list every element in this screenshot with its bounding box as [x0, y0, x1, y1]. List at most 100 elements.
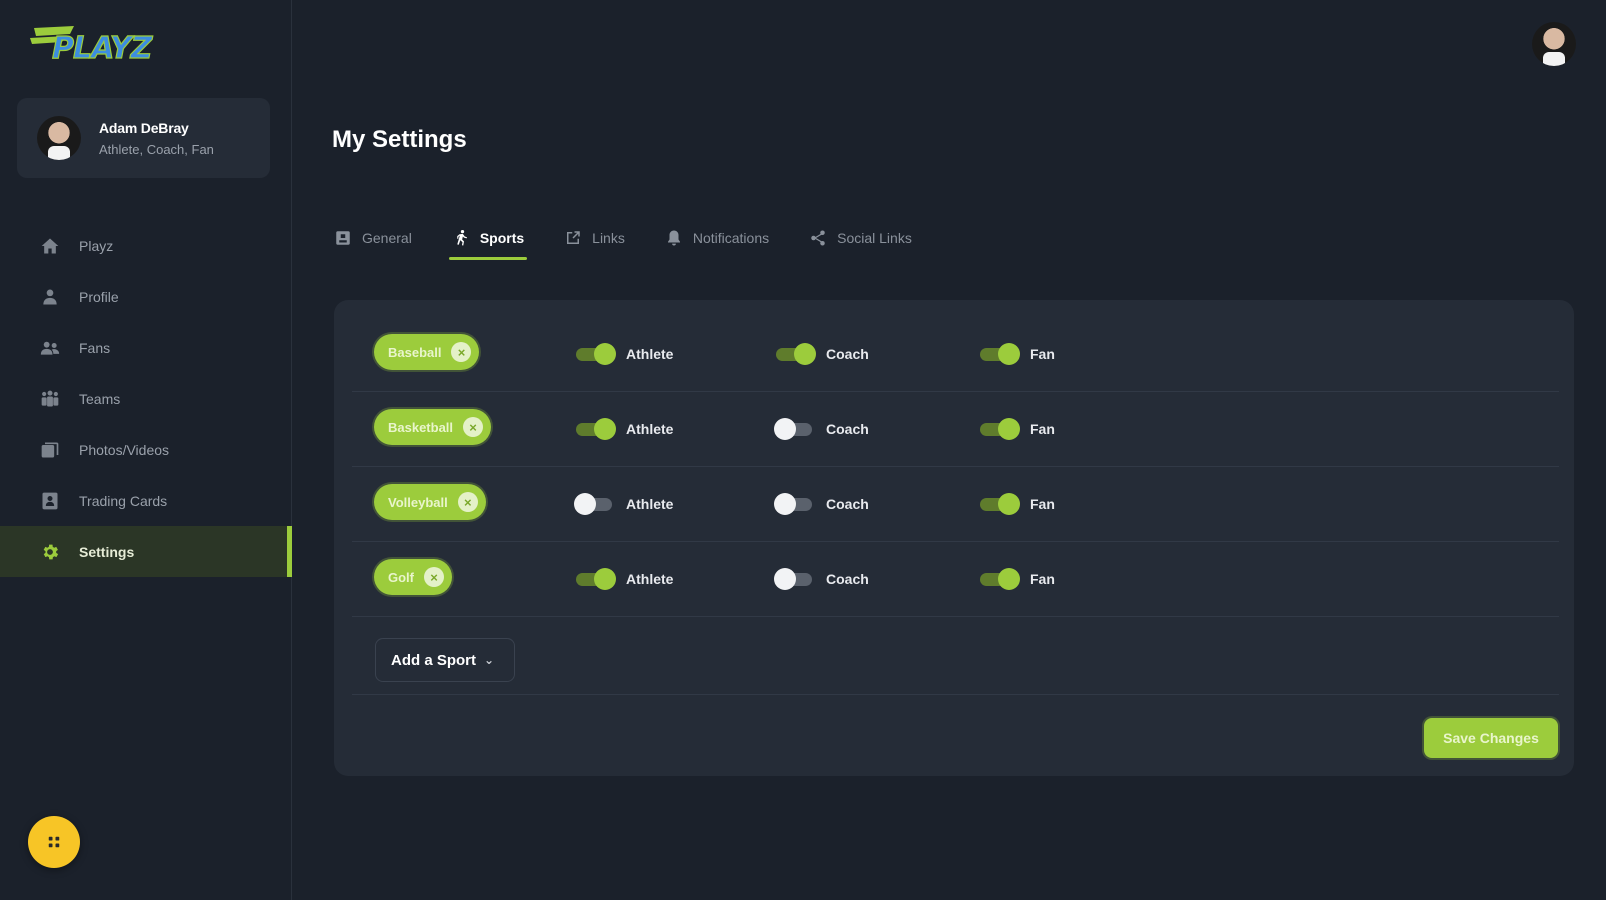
user-name: Adam DeBray	[99, 119, 189, 136]
toggle-switch[interactable]	[774, 493, 814, 515]
sports-settings-panel: Baseball × Athlete Coach Fan Basketball …	[334, 300, 1574, 776]
add-sport-dropdown[interactable]: Add a Sport ⌄	[375, 638, 515, 682]
user-avatar	[1532, 22, 1576, 66]
user-roles: Athlete, Coach, Fan	[99, 141, 214, 157]
tab-label: General	[362, 230, 412, 246]
runner-icon	[457, 229, 467, 246]
coach-toggle[interactable]: Coach	[774, 493, 869, 515]
remove-sport-icon[interactable]: ×	[451, 342, 472, 362]
toggle-switch[interactable]	[978, 418, 1020, 440]
remove-sport-icon[interactable]: ×	[463, 417, 484, 437]
fan-toggle[interactable]: Fan	[978, 343, 1055, 365]
toggle-label: Coach	[826, 421, 869, 437]
playz-logo[interactable]: PLAYZ	[30, 20, 180, 68]
toggle-label: Coach	[826, 571, 869, 587]
remove-sport-icon[interactable]: ×	[457, 492, 478, 512]
save-changes-button[interactable]: Save Changes	[1424, 718, 1558, 758]
sidebar-item-label: Trading Cards	[79, 492, 168, 509]
tab-label: Sports	[479, 230, 525, 246]
sidebar-item-label: Photos/Videos	[79, 441, 170, 458]
quick-action-button[interactable]	[28, 816, 80, 868]
svg-text:PLAYZ: PLAYZ	[52, 31, 154, 66]
coach-toggle[interactable]: Coach	[774, 568, 869, 590]
athlete-toggle[interactable]: Athlete	[574, 568, 673, 590]
toggle-label: Athlete	[626, 421, 674, 437]
sport-row-golf: Golf × Athlete Coach Fan	[352, 542, 1559, 617]
toggle-switch[interactable]	[774, 418, 814, 440]
sport-row-baseball: Baseball × Athlete Coach Fan	[352, 317, 1559, 392]
toggle-switch[interactable]	[574, 418, 616, 440]
fan-toggle[interactable]: Fan	[978, 418, 1055, 440]
toggle-switch[interactable]	[774, 568, 814, 590]
sidebar: PLAYZ Adam DeBray Athlete, Coach, Fan Pl…	[0, 0, 292, 900]
sidebar-item-playz[interactable]: Playz	[0, 220, 292, 271]
toggle-switch[interactable]	[978, 343, 1020, 365]
athlete-toggle[interactable]: Athlete	[574, 418, 673, 440]
athlete-toggle[interactable]: Athlete	[574, 343, 673, 365]
tab-links[interactable]: Links	[564, 220, 625, 256]
account-avatar[interactable]	[1532, 22, 1576, 66]
sidebar-item-label: Playz	[79, 237, 114, 254]
user-avatar	[37, 116, 81, 160]
tab-label: Links	[592, 230, 625, 246]
sidebar-nav: Playz Profile Fans Teams Photos/Videos T…	[0, 220, 292, 577]
sport-chip-label: Basketball	[388, 419, 454, 435]
settings-tabs: General Sports Links Notifications Socia…	[334, 220, 952, 260]
toggle-label: Fan	[1030, 496, 1055, 512]
toggle-label: Athlete	[626, 571, 674, 587]
fan-toggle[interactable]: Fan	[978, 568, 1055, 590]
general-icon	[336, 231, 350, 245]
coach-toggle[interactable]: Coach	[774, 343, 869, 365]
tab-general[interactable]: General	[334, 220, 412, 256]
remove-sport-icon[interactable]: ×	[424, 567, 444, 587]
sidebar-item-trading-cards[interactable]: Trading Cards	[0, 475, 292, 526]
sidebar-item-label: Profile	[79, 288, 119, 305]
tab-sports[interactable]: Sports	[448, 220, 528, 260]
photos-icon	[39, 439, 61, 461]
sidebar-item-label: Teams	[79, 390, 121, 407]
toggle-switch[interactable]	[574, 343, 616, 365]
tab-social-links[interactable]: Social Links	[809, 220, 912, 256]
sidebar-item-settings[interactable]: Settings	[0, 526, 292, 577]
toggle-label: Coach	[826, 496, 869, 512]
toggle-label: Fan	[1030, 346, 1055, 362]
athlete-toggle[interactable]: Athlete	[574, 493, 673, 515]
bell-icon	[667, 230, 680, 246]
tab-notifications[interactable]: Notifications	[665, 220, 769, 256]
toggle-switch[interactable]	[978, 493, 1020, 515]
toggle-label: Athlete	[626, 346, 674, 362]
sport-chip[interactable]: Baseball ×	[374, 334, 480, 370]
sport-row-volleyball: Volleyball × Athlete Coach Fan	[352, 467, 1559, 542]
toggle-label: Fan	[1030, 571, 1055, 587]
sport-chip[interactable]: Basketball ×	[374, 409, 492, 445]
fan-toggle[interactable]: Fan	[978, 493, 1055, 515]
sport-row-basketball: Basketball × Athlete Coach Fan	[352, 392, 1559, 467]
divider	[352, 694, 1559, 695]
toggle-label: Fan	[1030, 421, 1055, 437]
sidebar-item-fans[interactable]: Fans	[0, 322, 292, 373]
toggle-label: Coach	[826, 346, 869, 362]
sport-chip[interactable]: Golf ×	[374, 559, 452, 595]
sidebar-item-profile[interactable]: Profile	[0, 271, 292, 322]
sidebar-item-photos-videos[interactable]: Photos/Videos	[0, 424, 292, 475]
sidebar-item-teams[interactable]: Teams	[0, 373, 292, 424]
user-icon	[39, 286, 61, 308]
home-icon	[39, 235, 61, 257]
sport-chip-label: Volleyball	[388, 494, 448, 510]
tab-label: Social Links	[837, 230, 912, 246]
toggle-switch[interactable]	[574, 568, 616, 590]
chevron-down-icon: ⌄	[484, 653, 495, 667]
toggle-switch[interactable]	[978, 568, 1020, 590]
toggle-switch[interactable]	[774, 343, 816, 365]
add-sport-label: Add a Sport	[391, 651, 476, 669]
coach-toggle[interactable]: Coach	[774, 418, 869, 440]
toggle-switch[interactable]	[574, 493, 614, 515]
sidebar-item-label: Fans	[79, 339, 111, 356]
toggle-label: Athlete	[626, 496, 674, 512]
user-card[interactable]: Adam DeBray Athlete, Coach, Fan	[17, 98, 270, 178]
sport-chip[interactable]: Volleyball ×	[374, 484, 486, 520]
trading-card-icon	[39, 490, 61, 512]
fans-icon	[39, 337, 61, 359]
sidebar-item-label: Settings	[79, 543, 135, 560]
sport-chip-label: Golf	[388, 569, 414, 585]
